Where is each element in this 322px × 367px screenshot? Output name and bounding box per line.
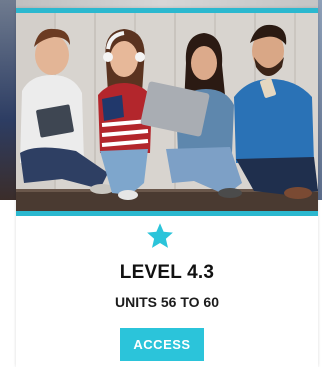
access-button[interactable]: ACCESS bbox=[120, 328, 204, 361]
course-carousel: LEVEL 4.3 UNITS 56 TO 60 ACCESS bbox=[0, 0, 322, 367]
previous-course-photo bbox=[0, 0, 16, 200]
students-photo bbox=[16, 13, 318, 211]
course-level-card: LEVEL 4.3 UNITS 56 TO 60 ACCESS bbox=[16, 8, 318, 367]
level-title: LEVEL 4.3 bbox=[119, 262, 215, 283]
star-icon bbox=[147, 223, 173, 248]
previous-course-card[interactable] bbox=[0, 0, 16, 367]
next-course-card[interactable] bbox=[318, 0, 322, 367]
photo-bottom-accent-bar bbox=[16, 211, 318, 216]
next-course-photo bbox=[318, 0, 322, 200]
units-range-label: UNITS 56 TO 60 bbox=[114, 294, 219, 310]
